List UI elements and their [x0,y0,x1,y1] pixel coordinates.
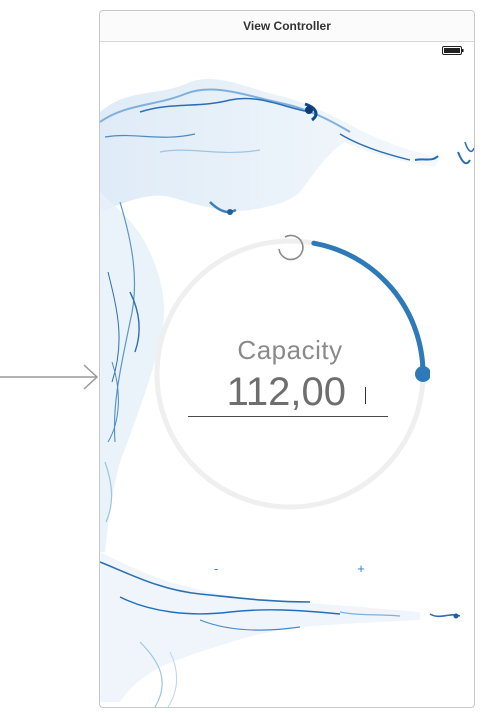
decrement-button[interactable]: - [204,557,228,581]
capacity-label: Capacity [237,335,343,365]
scene-title[interactable]: View Controller [100,11,474,42]
storyboard-canvas: View Controller Capacity 112,00 - + [0,0,494,713]
entry-point-arrow [0,364,99,390]
battery-icon [442,46,464,55]
status-bar [100,42,474,62]
increment-button[interactable]: + [349,557,373,581]
view-controller-scene[interactable]: View Controller Capacity 112,00 - + [99,10,475,708]
capacity-value: 112,00 [226,370,346,414]
gauge-handle[interactable] [415,366,430,382]
text-cursor [365,387,366,404]
capacity-value-field[interactable]: 112,00 [188,367,388,417]
